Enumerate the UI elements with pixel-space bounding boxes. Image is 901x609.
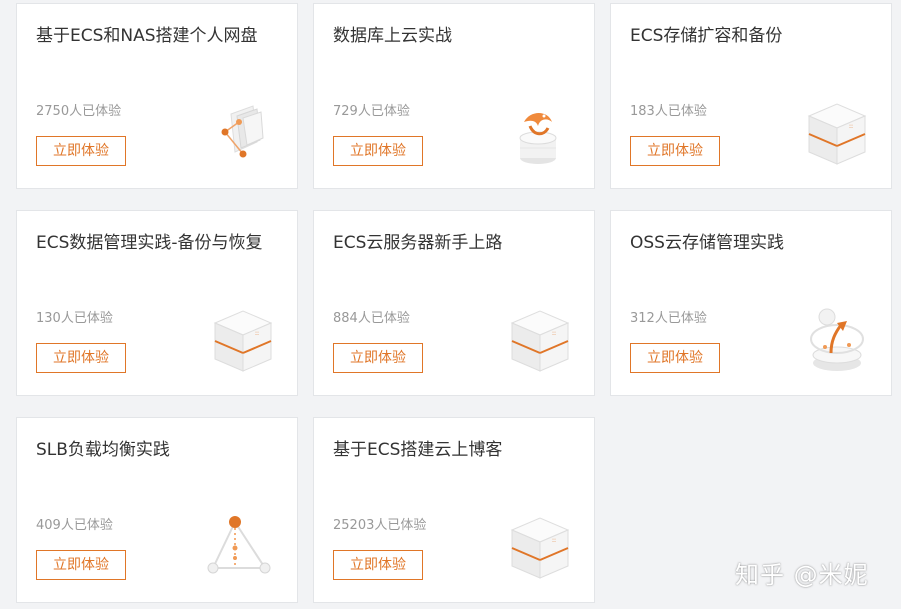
card-title[interactable]: ECS存储扩容和备份 — [630, 24, 875, 48]
card-title[interactable]: 基于ECS搭建云上博客 — [333, 438, 578, 462]
try-now-button[interactable]: 立即体验 — [630, 343, 720, 373]
course-card[interactable]: 基于ECS搭建云上博客 25203人已体验 立即体验 :: — [313, 417, 595, 603]
try-now-button[interactable]: 立即体验 — [630, 136, 720, 166]
course-card[interactable]: ECS存储扩容和备份 183人已体验 立即体验 :: — [610, 3, 892, 189]
server-cube-icon: :: — [510, 517, 570, 579]
database-dolphin-icon — [519, 113, 557, 164]
cloud-upload-icon — [810, 308, 864, 371]
card-participants: 884人已体验 — [333, 311, 410, 326]
server-cube-icon: :: — [213, 310, 273, 372]
course-card[interactable]: ECS数据管理实践-备份与恢复 130人已体验 立即体验 :: — [16, 210, 298, 396]
card-title[interactable]: ECS云服务器新手上路 — [333, 231, 578, 255]
card-participants: 409人已体验 — [36, 518, 113, 533]
card-title[interactable]: 基于ECS和NAS搭建个人网盘 — [36, 24, 281, 48]
card-title[interactable]: SLB负载均衡实践 — [36, 438, 281, 462]
svg-text:::: :: — [552, 330, 556, 337]
watermark: 知乎 @米妮 — [735, 561, 869, 589]
storage-network-icon — [221, 105, 264, 158]
card-participants: 2750人已体验 — [36, 104, 122, 119]
course-card[interactable]: OSS云存储管理实践 312人已体验 立即体验 — [610, 210, 892, 396]
card-title[interactable]: 数据库上云实战 — [333, 24, 578, 48]
card-participants: 729人已体验 — [333, 104, 410, 119]
try-now-button[interactable]: 立即体验 — [36, 343, 126, 373]
card-participants: 183人已体验 — [630, 104, 707, 119]
course-card[interactable]: ECS云服务器新手上路 884人已体验 立即体验 :: — [313, 210, 595, 396]
try-now-button[interactable]: 立即体验 — [333, 550, 423, 580]
load-balancer-icon — [207, 516, 271, 574]
card-participants: 130人已体验 — [36, 311, 113, 326]
course-card[interactable]: 数据库上云实战 729人已体验 立即体验 — [313, 3, 595, 189]
card-title[interactable]: ECS数据管理实践-备份与恢复 — [36, 231, 281, 255]
try-now-button[interactable]: 立即体验 — [36, 550, 126, 580]
card-participants: 312人已体验 — [630, 311, 707, 326]
svg-text:::: :: — [255, 330, 259, 337]
try-now-button[interactable]: 立即体验 — [36, 136, 126, 166]
course-card[interactable]: SLB负载均衡实践 409人已体验 立即体验 — [16, 417, 298, 603]
svg-text:::: :: — [849, 123, 853, 130]
try-now-button[interactable]: 立即体验 — [333, 136, 423, 166]
try-now-button[interactable]: 立即体验 — [333, 343, 423, 373]
svg-text:::: :: — [552, 537, 556, 544]
card-participants: 25203人已体验 — [333, 518, 427, 533]
server-cube-icon: :: — [807, 103, 867, 165]
card-title[interactable]: OSS云存储管理实践 — [630, 231, 875, 255]
server-cube-icon: :: — [510, 310, 570, 372]
course-card[interactable]: 基于ECS和NAS搭建个人网盘 2750人已体验 立即体验 — [16, 3, 298, 189]
